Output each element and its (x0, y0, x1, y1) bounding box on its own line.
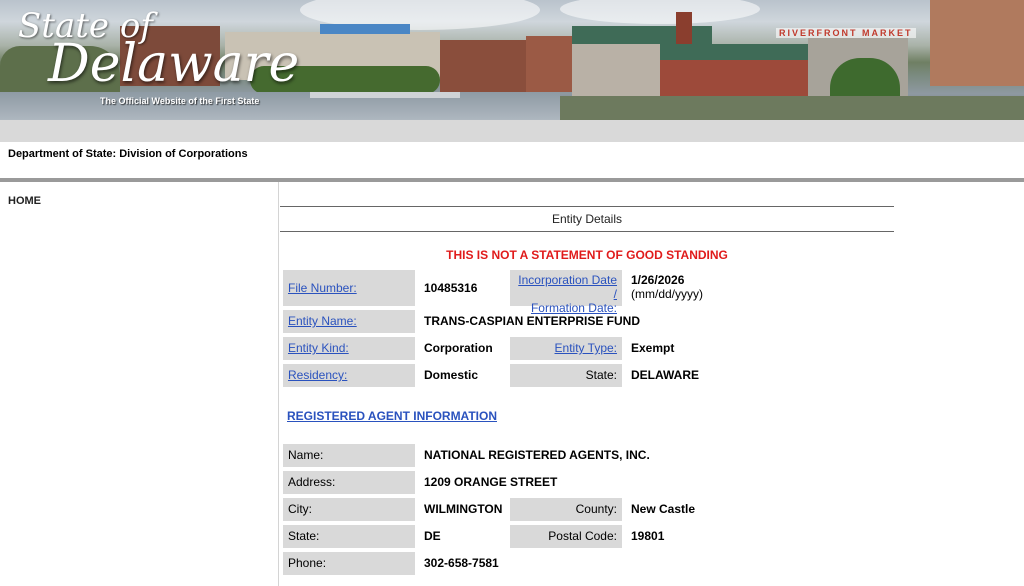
logo-delaware-text: Delaware (48, 34, 300, 94)
entity-type-link[interactable]: Entity Type: (555, 341, 617, 355)
sidebar-item-home[interactable]: HOME (8, 195, 41, 207)
residency-label-cell: Residency: (283, 364, 415, 387)
roof (660, 44, 808, 60)
entity-kind-value: Corporation (424, 341, 493, 355)
agent-name-label: Name: (283, 444, 415, 467)
agent-postal-value: 19801 (631, 529, 665, 543)
agent-address-value: 1209 ORANGE STREET (424, 475, 558, 489)
divider (280, 206, 894, 207)
department-title: Department of State: Division of Corpora… (8, 148, 248, 160)
entity-type-label-cell: Entity Type: (510, 337, 622, 360)
file-number-label-cell: File Number: (283, 270, 415, 306)
file-number-link[interactable]: File Number: (288, 281, 357, 295)
entity-type-value: Exempt (631, 341, 675, 355)
logo-tagline: The Official Website of the First State (100, 96, 260, 106)
agent-city-value: WILMINGTON (424, 502, 503, 516)
agent-address-label: Address: (283, 471, 415, 494)
agent-county-label: County: (510, 498, 622, 521)
entity-kind-label-cell: Entity Kind: (283, 337, 415, 360)
agent-city-label: City: (283, 498, 415, 521)
market-sign: RIVERFRONT MARKET (776, 28, 916, 38)
building (440, 40, 530, 92)
agent-postal-label: Postal Code: (510, 525, 622, 548)
residency-value: Domestic (424, 368, 479, 382)
date-format-hint: (mm/dd/yyyy) (631, 287, 703, 301)
agent-state-value: DE (424, 529, 441, 543)
building (930, 0, 1024, 86)
incorporation-date-value: 1/26/2026 (631, 273, 685, 287)
agent-state-label: State: (283, 525, 415, 548)
column-divider (278, 182, 279, 586)
agent-name-value: NATIONAL REGISTERED AGENTS, INC. (424, 448, 650, 462)
divider (280, 231, 894, 232)
state-value: DELAWARE (631, 368, 700, 382)
registered-agent-section-link[interactable]: REGISTERED AGENT INFORMATION (287, 409, 497, 423)
incorporation-date-link[interactable]: Incorporation Date / (518, 273, 617, 301)
entity-name-value: TRANS-CASPIAN ENTERPRISE FUND (424, 314, 641, 328)
entity-name-label-cell: Entity Name: (283, 310, 415, 333)
entity-details-title: Entity Details (551, 212, 623, 226)
agent-phone-value: 302-658-7581 (424, 556, 499, 570)
entity-kind-link[interactable]: Entity Kind: (288, 341, 349, 355)
boardwalk (310, 92, 460, 98)
nav-bar (0, 120, 1024, 142)
residency-link[interactable]: Residency: (288, 368, 347, 382)
building (320, 24, 410, 34)
file-number-value: 10485316 (424, 281, 478, 295)
header-rule (0, 178, 1024, 182)
entity-name-link[interactable]: Entity Name: (288, 314, 357, 328)
header-banner: RIVERFRONT MARKET State of Delaware The … (0, 0, 1024, 120)
state-label: State: (510, 364, 622, 387)
site-logo[interactable]: State of Delaware The Official Website o… (14, 6, 299, 110)
agent-county-value: New Castle (631, 502, 696, 516)
good-standing-warning: THIS IS NOT A STATEMENT OF GOOD STANDING (446, 248, 728, 262)
incorporation-date-value-cell: 1/26/2026 (mm/dd/yyyy) (627, 270, 827, 306)
incorporation-date-label-cell: Incorporation Date / Formation Date: (510, 270, 622, 315)
cloud (560, 0, 760, 24)
agent-phone-label: Phone: (283, 552, 415, 575)
